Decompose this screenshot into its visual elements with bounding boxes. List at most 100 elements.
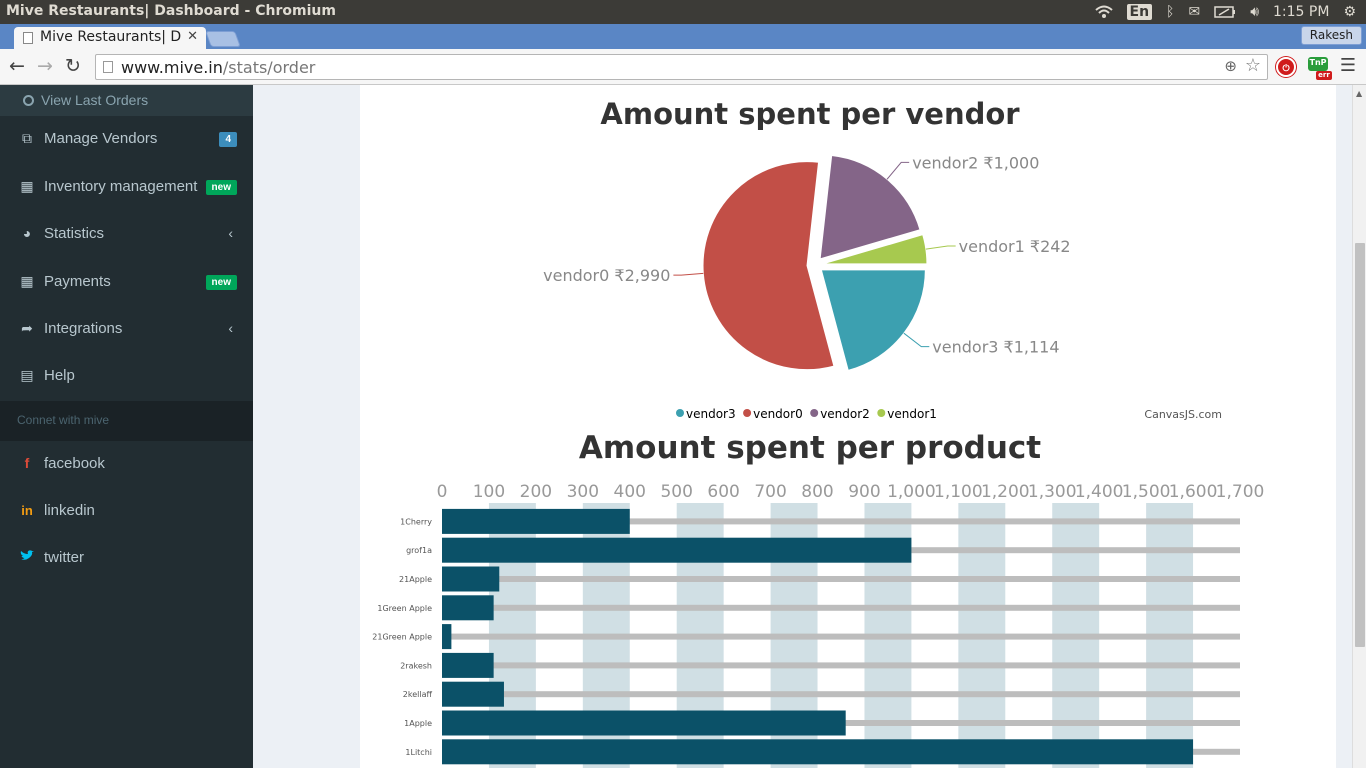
bar-2rakesh[interactable] <box>442 652 494 678</box>
sidebar-item-twitter[interactable]: twitter <box>0 536 253 582</box>
bar-1apple[interactable] <box>442 710 846 736</box>
x-tick-label: 200 <box>520 482 552 502</box>
bar-21green-apple[interactable] <box>442 624 452 650</box>
facebook-icon: f <box>24 455 30 471</box>
bar-2kellaff[interactable] <box>442 681 504 707</box>
sidebar-item-help[interactable]: ▤ Help <box>0 354 253 400</box>
profile-button[interactable]: Rakesh <box>1300 26 1362 45</box>
close-tab-icon[interactable]: ✕ <box>187 29 198 44</box>
page-icon <box>23 32 33 44</box>
chevron-left-icon: ‹ <box>228 225 233 241</box>
wifi-icon[interactable] <box>1094 0 1113 24</box>
y-category-label: 21Green Apple <box>372 633 432 642</box>
clock[interactable]: 1:15 PM <box>1273 0 1329 24</box>
new-badge: new <box>205 180 237 195</box>
bar-1cherry[interactable] <box>442 508 630 534</box>
adblock-extension-icon[interactable]: ⏻ <box>1276 57 1296 77</box>
scroll-up-arrow-icon[interactable]: ▲ <box>1356 89 1362 98</box>
battery-icon[interactable] <box>1214 0 1236 24</box>
sidebar-item-payments[interactable]: ▦ Payments new <box>0 260 253 306</box>
legend-entry[interactable]: vendor0 <box>753 407 803 421</box>
pie-slice-vendor0[interactable] <box>702 161 835 371</box>
settings-gear-icon[interactable]: ⚙ <box>1343 0 1356 24</box>
sidebar-item-linkedin[interactable]: in linkedin <box>0 489 253 535</box>
sidebar-subitem-view-last-orders[interactable]: View Last Orders <box>0 85 253 116</box>
x-tick-label: 1,400 <box>1075 482 1124 502</box>
tnp-extension-icon[interactable]: TnP <box>1308 57 1328 71</box>
reload-icon[interactable]: ↻ <box>65 55 81 77</box>
x-tick-label: 1,000 <box>887 482 936 502</box>
bar-1green-apple[interactable] <box>442 595 494 621</box>
x-tick-label: 400 <box>614 482 646 502</box>
sidebar-item-label: Manage Vendors <box>44 130 158 147</box>
legend-marker <box>743 409 752 417</box>
y-category-label: 21Apple <box>399 575 432 584</box>
x-tick-label: 1,200 <box>981 482 1030 502</box>
sidebar: View Last Orders ⧉ Manage Vendors 4 ▦ Inve… <box>0 85 253 768</box>
os-top-bar: Mive Restaurants| Dashboard - Chromium E… <box>0 0 1366 24</box>
bookmark-star-icon[interactable]: ☆ <box>1245 55 1261 76</box>
x-tick-label: 100 <box>473 482 505 502</box>
pie-data-label: vendor2 ₹1,000 <box>912 153 1039 172</box>
bar-1litchi[interactable] <box>442 739 1194 765</box>
copy-icon: ⧉ <box>22 130 32 146</box>
sidebar-section-header: Connet with mive <box>0 401 253 441</box>
forward-arrow-icon[interactable]: → <box>37 55 53 77</box>
sidebar-item-statistics[interactable]: ◕ Statistics ‹ <box>0 212 253 258</box>
pie-chart-icon: ◕ <box>22 225 32 241</box>
extension-label: TnP <box>1309 58 1327 67</box>
pie-slice-vendor3[interactable] <box>820 269 926 371</box>
legend-entry[interactable]: vendor3 <box>686 407 736 421</box>
browser-tab-strip: Mive Restaurants| D ✕ Rakesh <box>0 24 1366 49</box>
sidebar-item-label: Statistics <box>44 225 105 242</box>
mail-icon[interactable]: ✉ <box>1188 0 1200 24</box>
volume-icon[interactable]: 🔊︎ <box>1250 0 1259 24</box>
keyboard-layout-indicator[interactable]: En <box>1126 4 1153 20</box>
bar-21apple[interactable] <box>442 566 500 592</box>
x-tick-label: 900 <box>848 482 880 502</box>
sidebar-item-integrations[interactable]: ➦ Integrations ‹ <box>0 307 253 353</box>
sidebar-item-facebook[interactable]: f facebook <box>0 442 253 488</box>
sidebar-item-label: linkedin <box>44 502 95 519</box>
scrollbar-thumb[interactable] <box>1355 243 1365 647</box>
extension-error-badge: err <box>1316 71 1332 80</box>
page-scrollbar[interactable]: ▲ <box>1352 85 1366 768</box>
back-arrow-icon[interactable]: ← <box>9 55 25 77</box>
new-tab-button[interactable] <box>205 31 241 47</box>
legend-entry[interactable]: vendor2 <box>820 407 870 421</box>
tab-title: Mive Restaurants| D <box>40 29 182 45</box>
x-tick-label: 600 <box>707 482 739 502</box>
system-tray: En ᛒ ✉ 🔊︎ 1:15 PM ⚙ <box>1094 0 1366 24</box>
browser-toolbar: ← → ↻ www.mive.in/stats/order ⊕ ☆ ⏻ TnP … <box>0 49 1366 85</box>
row-track <box>442 604 1240 611</box>
y-category-label: 1Green Apple <box>377 604 432 613</box>
hamburger-menu-icon[interactable]: ☰ <box>1340 55 1356 76</box>
window-title: Mive Restaurants| Dashboard - Chromium <box>6 3 336 19</box>
sidebar-item-manage-vendors[interactable]: ⧉ Manage Vendors 4 <box>0 117 253 163</box>
sidebar-item-inventory-management[interactable]: ▦ Inventory management new <box>0 165 253 211</box>
y-category-label: 1Apple <box>404 719 432 728</box>
product-bar-chart: Amount spent per product 0 100 200 300 400 50… <box>372 430 1264 768</box>
chevron-left-icon: ‹ <box>228 320 233 336</box>
bluetooth-icon[interactable]: ᛒ <box>1166 0 1174 24</box>
bar-grof1a[interactable] <box>442 537 912 563</box>
zoom-icon[interactable]: ⊕ <box>1224 57 1237 75</box>
url-path: /stats/order <box>222 58 316 77</box>
row-track <box>442 576 1240 582</box>
sidebar-item-label: facebook <box>44 455 105 472</box>
share-icon: ➦ <box>21 320 33 336</box>
row-track <box>442 662 1240 669</box>
legend-entry[interactable]: vendor1 <box>887 407 937 421</box>
legend-marker <box>877 409 886 417</box>
row-track <box>442 633 1240 640</box>
x-tick-label: 1,600 <box>1169 482 1218 502</box>
y-category-label: 1Cherry <box>400 517 432 526</box>
y-category-label: 2rakesh <box>400 661 432 670</box>
new-badge: new <box>205 275 237 290</box>
x-tick-label: 1,500 <box>1122 482 1171 502</box>
row-track <box>442 691 1240 698</box>
canvasjs-credit[interactable]: CanvasJS.com <box>1144 408 1222 421</box>
browser-tab[interactable]: Mive Restaurants| D ✕ <box>14 27 206 49</box>
address-bar[interactable]: www.mive.in/stats/order ⊕ ☆ <box>95 54 1268 80</box>
y-category-label: grof1a <box>406 546 432 555</box>
